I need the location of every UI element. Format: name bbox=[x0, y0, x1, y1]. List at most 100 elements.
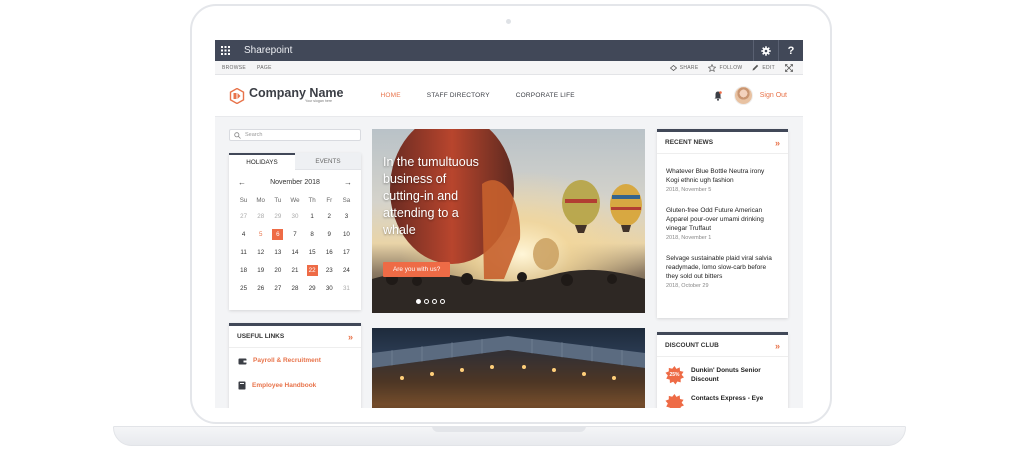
calendar-day[interactable]: 29 bbox=[269, 207, 286, 225]
calendar-day[interactable]: 9 bbox=[321, 225, 338, 243]
news-title: Selvage sustainable plaid viral salvia r… bbox=[666, 255, 772, 280]
calendar-day[interactable]: 27 bbox=[269, 279, 286, 297]
calendar-day[interactable]: 28 bbox=[286, 279, 303, 297]
link-label: Employee Handbook bbox=[252, 382, 317, 389]
useful-links-card: USEFUL LINKS » Payroll & Recruitment Emp… bbox=[229, 323, 361, 408]
calendar-day[interactable]: 2 bbox=[321, 207, 338, 225]
focus-button[interactable] bbox=[785, 63, 796, 72]
chevron-right-icon[interactable]: » bbox=[348, 332, 353, 342]
calendar-day[interactable]: 13 bbox=[269, 243, 286, 261]
link-handbook[interactable]: Employee Handbook bbox=[229, 373, 361, 398]
calendar-day[interactable]: 3 bbox=[338, 207, 355, 225]
calendar-day[interactable]: 30 bbox=[321, 279, 338, 297]
news-title: Whatever Blue Bottle Neutra irony Kogi e… bbox=[666, 168, 765, 184]
discount-item[interactable]: 25% Dunkin' Donuts Senior Discount bbox=[657, 366, 788, 385]
calendar-day[interactable]: 14 bbox=[286, 243, 303, 261]
settings-button[interactable] bbox=[753, 40, 778, 61]
slider-dot[interactable] bbox=[416, 299, 421, 304]
news-date: 2018, November 1 bbox=[666, 235, 712, 241]
avatar[interactable] bbox=[733, 86, 753, 105]
next-month-button[interactable]: → bbox=[344, 178, 352, 187]
day-of-week-label: We bbox=[290, 197, 300, 204]
hero-cta-button[interactable]: Are you with us? bbox=[383, 262, 451, 277]
slider-dot[interactable] bbox=[432, 299, 437, 304]
calendar-day[interactable]: 22 bbox=[304, 261, 321, 279]
search-icon bbox=[234, 131, 241, 139]
company-logo[interactable]: Company Name Your slogan here bbox=[229, 87, 343, 104]
suite-bar: Sharepoint ? bbox=[215, 40, 803, 61]
calendar-day[interactable]: 26 bbox=[252, 279, 269, 297]
news-item[interactable]: Whatever Blue Bottle Neutra irony Kogi e… bbox=[657, 167, 788, 193]
calendar-day[interactable]: 27 bbox=[235, 207, 252, 225]
hero-headline: In the tumultuous business of cutting-in… bbox=[383, 155, 479, 237]
calendar-day[interactable]: 6 bbox=[269, 225, 286, 243]
calendar-day[interactable]: 25 bbox=[235, 279, 252, 297]
news-date: 2018, October 29 bbox=[666, 283, 709, 289]
tab-page[interactable]: PAGE bbox=[257, 65, 272, 71]
calendar-day[interactable]: 20 bbox=[269, 261, 286, 279]
calendar-day[interactable]: 24 bbox=[338, 261, 355, 279]
calendar-day[interactable]: 31 bbox=[338, 279, 355, 297]
discount-title: Contacts Express - Eye bbox=[691, 395, 764, 402]
calendar-day[interactable]: 17 bbox=[338, 243, 355, 261]
slider-dot[interactable] bbox=[424, 299, 429, 304]
expand-icon bbox=[785, 63, 793, 72]
book-icon bbox=[238, 381, 246, 390]
help-button[interactable]: ? bbox=[778, 40, 803, 61]
share-button[interactable]: SHARE bbox=[669, 64, 699, 71]
calendar-day[interactable]: 4 bbox=[235, 225, 252, 243]
tab-holidays[interactable]: HOLIDAYS bbox=[229, 153, 295, 170]
screen: Sharepoint ? BROWSE PAGE SHARE FOLLOW ED… bbox=[215, 40, 803, 408]
calendar-day[interactable]: 15 bbox=[304, 243, 321, 261]
follow-label: FOLLOW bbox=[719, 64, 743, 71]
calendar-month: November 2018 bbox=[270, 178, 320, 186]
slider-dot[interactable] bbox=[440, 299, 445, 304]
suite-title: Sharepoint bbox=[244, 45, 293, 56]
chevron-right-icon[interactable]: » bbox=[775, 138, 780, 148]
calendar-day[interactable]: 23 bbox=[321, 261, 338, 279]
calendar-day[interactable]: 10 bbox=[338, 225, 355, 243]
right-column: RECENT NEWS » Whatever Blue Bottle Neutr… bbox=[657, 129, 788, 408]
edit-button[interactable]: EDIT bbox=[752, 64, 775, 71]
discount-club-title: DISCOUNT CLUB bbox=[665, 342, 719, 349]
calendar-day[interactable]: 5 bbox=[252, 225, 269, 243]
building-image bbox=[372, 336, 645, 408]
secondary-banner[interactable] bbox=[372, 328, 645, 408]
calendar-day[interactable]: 19 bbox=[252, 261, 269, 279]
link-payroll[interactable]: Payroll & Recruitment bbox=[229, 348, 361, 373]
laptop-notch bbox=[432, 426, 586, 432]
calendar-day[interactable]: 1 bbox=[304, 207, 321, 225]
center-column: In the tumultuous business of cutting-in… bbox=[372, 129, 645, 408]
nav-corporate-life[interactable]: CORPORATE LIFE bbox=[516, 92, 575, 99]
calendar-day[interactable]: 30 bbox=[286, 207, 303, 225]
discount-club-card: DISCOUNT CLUB » 25% Dunkin' Donuts Senio… bbox=[657, 332, 788, 408]
chevron-right-icon[interactable]: » bbox=[775, 341, 780, 351]
nav-staff-directory[interactable]: STAFF DIRECTORY bbox=[427, 92, 490, 99]
calendar-day[interactable]: 16 bbox=[321, 243, 338, 261]
sign-out-link[interactable]: Sign Out bbox=[760, 92, 787, 99]
news-item[interactable]: Selvage sustainable plaid viral salvia r… bbox=[657, 254, 788, 289]
tab-browse[interactable]: BROWSE bbox=[222, 65, 246, 71]
tab-events[interactable]: EVENTS bbox=[295, 153, 361, 170]
calendar-day[interactable]: 11 bbox=[235, 243, 252, 261]
calendar-day[interactable]: 7 bbox=[286, 225, 303, 243]
bell-icon[interactable] bbox=[714, 90, 722, 101]
prev-month-button[interactable]: ← bbox=[238, 178, 246, 187]
calendar-day[interactable]: 8 bbox=[304, 225, 321, 243]
discount-badge bbox=[665, 394, 684, 408]
discount-item[interactable]: Contacts Express - Eye bbox=[657, 394, 788, 408]
news-item[interactable]: Gluten-free Odd Future American Apparel … bbox=[657, 206, 788, 241]
calendar-day[interactable]: 29 bbox=[304, 279, 321, 297]
app-launcher-icon[interactable] bbox=[215, 40, 236, 61]
calendar-day-label: 6 bbox=[272, 228, 284, 240]
calendar-day[interactable]: 21 bbox=[286, 261, 303, 279]
calendar-day[interactable]: 18 bbox=[235, 261, 252, 279]
search-input[interactable]: Search bbox=[229, 129, 361, 141]
discount-badge: 25% bbox=[665, 366, 684, 385]
nav-home[interactable]: HOME bbox=[380, 92, 400, 99]
follow-button[interactable]: FOLLOW bbox=[708, 63, 743, 72]
hero-slider[interactable]: In the tumultuous business of cutting-in… bbox=[372, 129, 645, 313]
site-header: Company Name Your slogan here HOME STAFF… bbox=[215, 75, 803, 117]
calendar-day[interactable]: 12 bbox=[252, 243, 269, 261]
calendar-day[interactable]: 28 bbox=[252, 207, 269, 225]
